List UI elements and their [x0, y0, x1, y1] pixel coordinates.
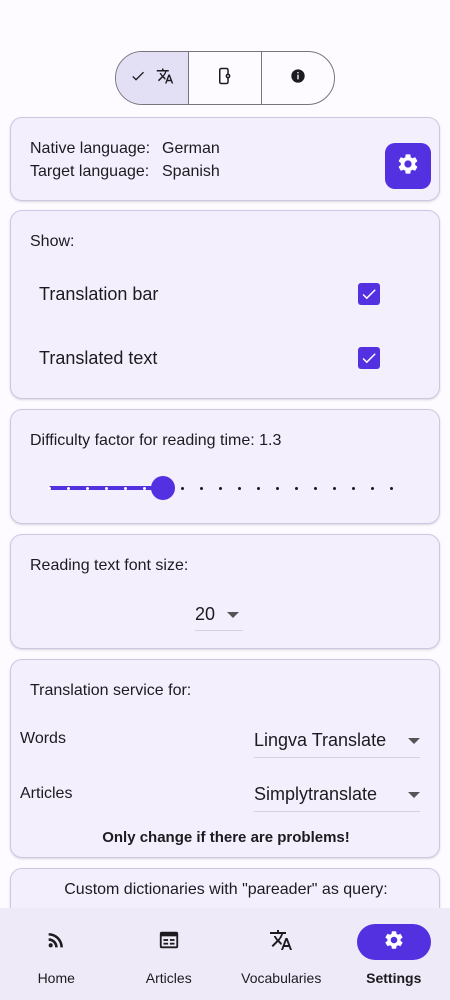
slider-tick: [200, 487, 203, 490]
target-language-label: Target language:: [30, 163, 150, 180]
translation-bar-label: Translation bar: [39, 284, 159, 304]
slider-tick: [86, 487, 89, 490]
slider-tick: [390, 487, 393, 490]
nav-home[interactable]: Home: [0, 908, 113, 1000]
articles-service-dropdown[interactable]: Simplytranslate: [254, 778, 420, 812]
articles-service-value: Simplytranslate: [254, 784, 378, 804]
gear-icon: [396, 152, 420, 181]
custom-dictionaries-heading: Custom dictionaries with "pareader" as q…: [64, 881, 388, 898]
translated-text-label: Translated text: [39, 348, 158, 368]
slider-tick: [276, 487, 279, 490]
font-size-dropdown[interactable]: 20: [195, 599, 243, 631]
nav-vocabularies-label: Vocabularies: [241, 970, 322, 986]
translate-icon: [269, 928, 293, 957]
articles-label: Articles: [20, 785, 73, 802]
chevron-down-icon: [408, 791, 420, 798]
nav-articles-icon-wrap: [132, 924, 206, 960]
show-heading: Show:: [30, 233, 75, 250]
segment-translate[interactable]: [116, 52, 188, 104]
slider-tick: [238, 487, 241, 490]
words-service-value: Lingva Translate: [254, 730, 387, 750]
gear-icon: [383, 929, 405, 956]
nav-home-icon-wrap: [19, 924, 93, 960]
segment-info[interactable]: [261, 52, 334, 104]
segment-device[interactable]: [188, 52, 261, 104]
nav-vocabularies[interactable]: Vocabularies: [225, 908, 338, 1000]
nav-home-label: Home: [37, 970, 75, 986]
slider-tick: [314, 487, 317, 490]
difficulty-card: Difficulty factor for reading time: 1.3: [10, 409, 440, 524]
info-icon: [290, 68, 306, 89]
font-size-label: Reading text font size:: [30, 557, 189, 574]
language-settings-button[interactable]: [385, 143, 431, 189]
font-size-value: 20: [195, 604, 216, 624]
nav-articles[interactable]: Articles: [113, 908, 226, 1000]
translation-service-card: Translation service for: Words Lingva Tr…: [10, 659, 440, 858]
difficulty-label: Difficulty factor for reading time: 1.3: [30, 432, 282, 449]
slider-tick: [105, 487, 108, 490]
nav-settings-label: Settings: [366, 970, 422, 986]
view-segmented-control: [115, 51, 335, 105]
slider-tick: [352, 487, 355, 490]
slider-tick: [257, 487, 260, 490]
slider-tick: [219, 487, 222, 490]
words-label: Words: [20, 730, 66, 747]
slider-tick: [371, 487, 374, 490]
slider-tick: [48, 487, 51, 490]
translation-bar-checkbox[interactable]: [358, 283, 380, 305]
difficulty-slider-thumb[interactable]: [151, 476, 175, 500]
nav-articles-label: Articles: [145, 970, 192, 986]
rss-icon: [45, 929, 67, 956]
check-icon: [130, 68, 146, 89]
native-language-value: German: [162, 140, 220, 157]
show-card: Show: Translation bar Translated text: [10, 210, 440, 399]
target-language-value: Spanish: [162, 163, 220, 180]
slider-tick: [124, 487, 127, 490]
slider-tick: [143, 487, 146, 490]
chevron-down-icon: [408, 737, 420, 744]
bottom-navigation: Home Articles Vocabularies Settings: [0, 908, 450, 1000]
articles-icon: [158, 929, 180, 956]
native-language-label: Native language:: [30, 140, 151, 157]
slider-tick: [295, 487, 298, 490]
languages-card: Native language: German Target language:…: [10, 117, 440, 201]
translation-service-heading: Translation service for:: [30, 682, 192, 699]
slider-tick: [333, 487, 336, 490]
words-service-dropdown[interactable]: Lingva Translate: [254, 724, 420, 758]
chevron-down-icon: [227, 611, 240, 618]
nav-settings[interactable]: Settings: [338, 908, 450, 1000]
nav-settings-icon-wrap: [356, 924, 431, 960]
slider-tick: [181, 487, 184, 490]
translate-icon: [156, 67, 174, 90]
slider-tick: [67, 487, 70, 490]
phone-settings-icon: [216, 67, 234, 90]
service-warning: Only change if there are problems!: [102, 829, 350, 846]
font-size-card: Reading text font size: 20: [10, 534, 440, 649]
nav-vocabularies-icon-wrap: [244, 924, 318, 960]
translated-text-checkbox[interactable]: [358, 347, 380, 369]
